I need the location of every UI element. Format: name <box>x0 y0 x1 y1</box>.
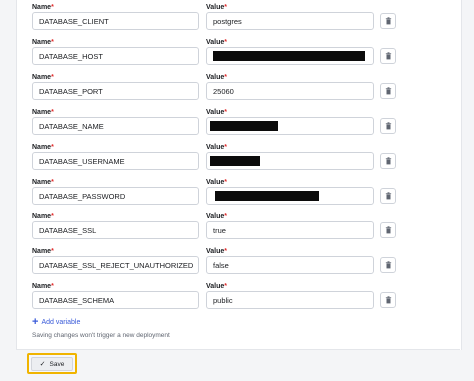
delete-variable-button[interactable] <box>380 222 396 238</box>
variable-name-input[interactable]: DATABASE_USERNAME <box>32 152 199 170</box>
check-icon: ✓ <box>39 361 46 368</box>
value-label: Value* <box>206 39 228 46</box>
value-label: Value* <box>206 248 228 255</box>
name-label: Name* <box>32 109 54 116</box>
variable-value-input[interactable] <box>206 117 374 135</box>
variable-name-input[interactable]: DATABASE_PASSWORD <box>32 187 199 205</box>
trash-icon <box>385 17 391 25</box>
value-label: Value* <box>206 144 228 151</box>
variable-name-input[interactable]: DATABASE_PORT <box>32 82 199 100</box>
redaction-bar <box>215 191 319 201</box>
redaction-bar <box>210 156 260 166</box>
trash-icon <box>385 226 391 234</box>
variable-value-input[interactable]: public <box>206 291 374 309</box>
name-label: Name* <box>32 213 54 220</box>
delete-variable-button[interactable] <box>380 13 396 29</box>
delete-variable-button[interactable] <box>380 48 396 64</box>
trash-icon <box>385 87 391 95</box>
plus-icon: + <box>32 316 39 328</box>
redaction-bar <box>213 51 365 61</box>
name-label: Name* <box>32 144 54 151</box>
delete-variable-button[interactable] <box>380 292 396 308</box>
variable-name-input[interactable]: DATABASE_SSL_REJECT_UNAUTHORIZED <box>32 256 199 274</box>
value-label: Value* <box>206 4 228 11</box>
variable-value-input[interactable] <box>206 152 374 170</box>
trash-icon <box>385 192 391 200</box>
trash-icon <box>385 296 391 304</box>
delete-variable-button[interactable] <box>380 83 396 99</box>
variable-value-input[interactable] <box>206 187 374 205</box>
trash-icon <box>385 261 391 269</box>
delete-variable-button[interactable] <box>380 188 396 204</box>
variable-name-input[interactable]: DATABASE_SCHEMA <box>32 291 199 309</box>
add-variable-label: Add variable <box>41 318 81 326</box>
value-label: Value* <box>206 74 228 81</box>
variable-value-input[interactable]: false <box>206 256 374 274</box>
variable-value-input[interactable]: 25060 <box>206 82 374 100</box>
delete-variable-button[interactable] <box>380 118 396 134</box>
add-variable-button[interactable]: + Add variable <box>32 316 80 328</box>
deployment-hint-text: Saving changes won't trigger a new deplo… <box>32 332 170 339</box>
redaction-bar <box>210 121 278 131</box>
name-label: Name* <box>32 283 54 290</box>
name-label: Name* <box>32 4 54 11</box>
trash-icon <box>385 122 391 130</box>
name-label: Name* <box>32 248 54 255</box>
variable-name-input[interactable]: DATABASE_NAME <box>32 117 199 135</box>
delete-variable-button[interactable] <box>380 153 396 169</box>
save-button[interactable]: ✓ Save <box>31 357 73 371</box>
divider <box>16 349 460 350</box>
save-button-label: Save <box>49 360 65 368</box>
variable-value-input[interactable] <box>206 47 374 65</box>
name-label: Name* <box>32 74 54 81</box>
value-label: Value* <box>206 179 228 186</box>
name-label: Name* <box>32 39 54 46</box>
trash-icon <box>385 52 391 60</box>
trash-icon <box>385 157 391 165</box>
value-label: Value* <box>206 109 228 116</box>
delete-variable-button[interactable] <box>380 257 396 273</box>
variable-value-input[interactable]: postgres <box>206 12 374 30</box>
value-label: Value* <box>206 213 228 220</box>
name-label: Name* <box>32 179 54 186</box>
variable-value-input[interactable]: true <box>206 221 374 239</box>
variable-name-input[interactable]: DATABASE_SSL <box>32 221 199 239</box>
value-label: Value* <box>206 283 228 290</box>
variable-name-input[interactable]: DATABASE_CLIENT <box>32 12 199 30</box>
variable-name-input[interactable]: DATABASE_HOST <box>32 47 199 65</box>
